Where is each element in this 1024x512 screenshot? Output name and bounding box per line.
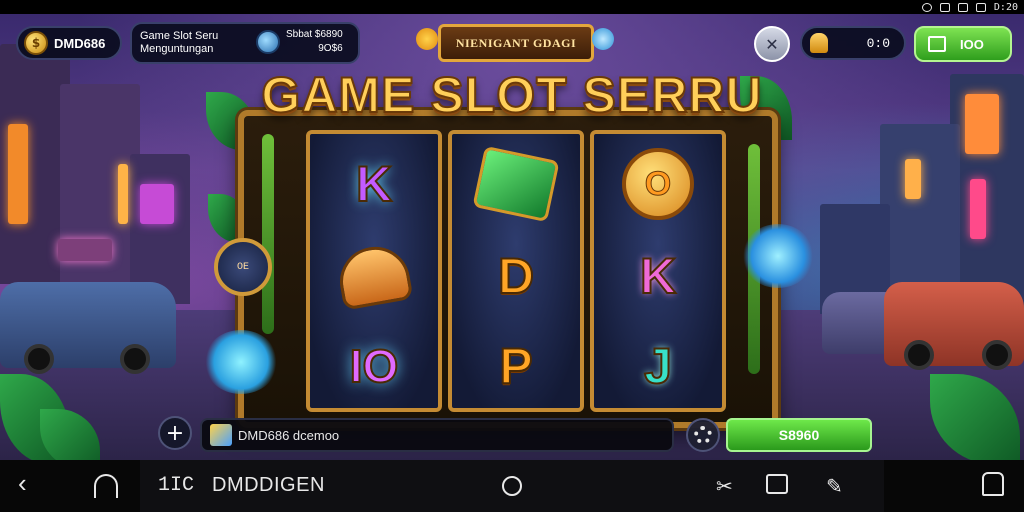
gold-coin-symbol: O — [622, 148, 694, 220]
reel-symbol — [452, 138, 580, 230]
info-stat-1: Sbbat $6890 — [286, 29, 343, 40]
game-title: GAME SLOT SERRU — [260, 66, 763, 124]
battery-icon — [957, 2, 968, 12]
reel-symbol: D — [452, 230, 580, 322]
balance-display[interactable]: 0:0 — [800, 26, 906, 60]
neon-sign — [118, 164, 128, 224]
letter-j-symbol: J — [643, 337, 673, 395]
tools-button[interactable]: ✕ — [754, 26, 790, 62]
neon-sign — [8, 124, 28, 224]
cash-icon — [928, 36, 946, 52]
reel-symbol: P — [452, 320, 580, 412]
brand-badge[interactable]: $ DMD686 — [16, 26, 122, 60]
reel-3: O K J — [590, 130, 726, 412]
status-time: D:20 — [993, 1, 1018, 13]
tools-icon: ✕ — [765, 34, 779, 54]
plus-icon: + — [165, 420, 185, 446]
reel-symbol — [310, 230, 438, 322]
reel-2: D P — [448, 130, 584, 412]
neon-sign — [58, 239, 112, 261]
vine-decoration — [262, 134, 274, 334]
top-banner: NIENIGANT GDAGI — [438, 24, 594, 62]
info-title: Game Slot Seru — [140, 30, 219, 42]
info-stat-2: 9O$6 — [318, 43, 343, 54]
home-icon[interactable] — [94, 474, 118, 498]
edit-icon[interactable]: ✎ — [826, 474, 843, 499]
red-car — [884, 282, 1024, 370]
slot-machine: K IO D P O K J — [238, 110, 778, 428]
wifi-icon — [975, 2, 986, 12]
neon-sign — [905, 159, 921, 199]
flower-ornament — [592, 28, 614, 50]
reel-symbol: K — [310, 138, 438, 230]
golden-bell-symbol — [334, 241, 414, 311]
globe-icon — [256, 30, 280, 54]
coin-symbol-label: O — [644, 164, 672, 203]
brand-label: DMD686 — [54, 35, 106, 51]
recent-apps-icon[interactable] — [982, 472, 1004, 496]
reel-symbol: O — [594, 138, 722, 230]
gold-coin-icon: $ — [24, 31, 48, 55]
blue-car — [0, 282, 176, 374]
reel-1: K IO — [306, 130, 442, 412]
ten-symbol: IO — [349, 339, 400, 393]
top-action-button[interactable]: IOO — [914, 26, 1012, 62]
gear-icon — [694, 426, 712, 444]
navigation-bar: ‹ 1IC DMDDIGEN ✂ ✎ — [0, 460, 1024, 512]
back-chevron-icon[interactable]: ‹ — [18, 468, 27, 499]
balance-value: 0:0 — [866, 35, 890, 51]
spin-button[interactable]: S8960 — [726, 418, 872, 452]
status-bar: D:20 — [0, 0, 1024, 14]
bell-icon — [810, 33, 828, 53]
reel-symbol: IO — [310, 320, 438, 412]
game-info-panel[interactable]: Game Slot Seru Menguntungan Sbbat $6890 … — [130, 22, 360, 64]
nav-title: DMDDIGEN — [212, 474, 325, 496]
info-subtitle: Menguntungan — [140, 43, 214, 55]
nav-number: 1IC — [158, 474, 195, 497]
chat-icon[interactable] — [766, 474, 788, 494]
emerald-gem-symbol — [472, 145, 560, 223]
spin-label: S8960 — [778, 427, 820, 443]
blue-flower-decoration — [742, 224, 814, 288]
add-button[interactable]: + — [158, 416, 192, 450]
chat-input-text: DMD686 dcemoo — [238, 427, 340, 443]
alarm-icon — [921, 2, 932, 12]
game-thumbnail-icon — [210, 424, 232, 446]
reel-symbol: J — [594, 320, 722, 412]
settings-button[interactable] — [686, 418, 720, 452]
clock-label: OE — [236, 261, 249, 273]
letter-d-symbol: D — [497, 247, 535, 305]
flower-ornament — [416, 28, 438, 50]
reel-symbol: K — [594, 230, 722, 322]
top-action-label: IOO — [960, 36, 984, 52]
banner-label: NIENIGANT GDAGI — [455, 35, 577, 50]
tools-nav-icon[interactable]: ✂ — [716, 474, 733, 499]
blue-flower-decoration — [204, 330, 278, 394]
clock-icon: OE — [214, 238, 272, 296]
letter-p-symbol: P — [498, 337, 533, 395]
home-circle-icon[interactable] — [502, 476, 522, 496]
neon-sign — [970, 179, 986, 239]
letter-k-symbol: K — [355, 155, 393, 213]
letter-k-symbol: K — [639, 247, 677, 305]
neon-sign — [140, 184, 174, 224]
signal-icon — [939, 2, 950, 12]
chat-input[interactable]: DMD686 dcemoo — [200, 418, 674, 452]
